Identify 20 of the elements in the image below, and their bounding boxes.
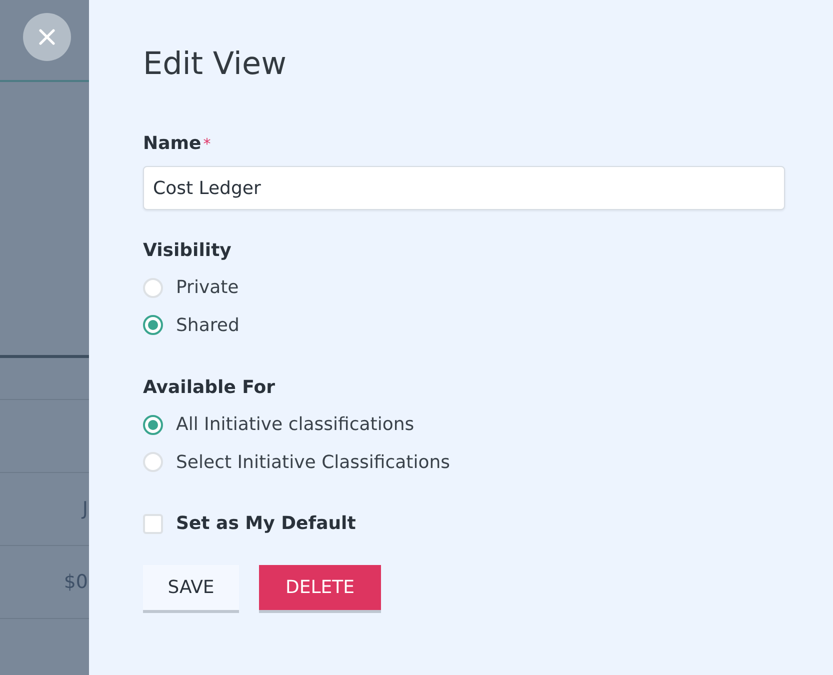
radio-label: Shared [176,314,240,336]
radio-label: Select Initiative Classifications [176,452,450,473]
name-label: Name [143,132,202,156]
close-icon [39,29,55,45]
radio-button[interactable] [143,414,163,435]
required-mark: * [203,135,211,153]
delete-button[interactable]: DELETE [259,564,381,610]
table-cell: $0 [64,571,88,593]
close-button[interactable] [23,13,71,61]
radio-label: Private [176,277,239,298]
table-cell: J [82,498,88,520]
visibility-label: Visibility [143,239,232,263]
checkbox-label: Set as My Default [176,513,356,534]
save-button[interactable]: SAVE [143,564,239,610]
panel-title: Edit View [143,45,286,84]
checkbox[interactable] [143,514,163,534]
radio-label: All Initiative classifications [176,414,414,436]
radio-button[interactable] [143,315,163,336]
available-for-label: Available For [143,376,275,400]
name-input[interactable]: Cost Ledger [143,166,785,210]
